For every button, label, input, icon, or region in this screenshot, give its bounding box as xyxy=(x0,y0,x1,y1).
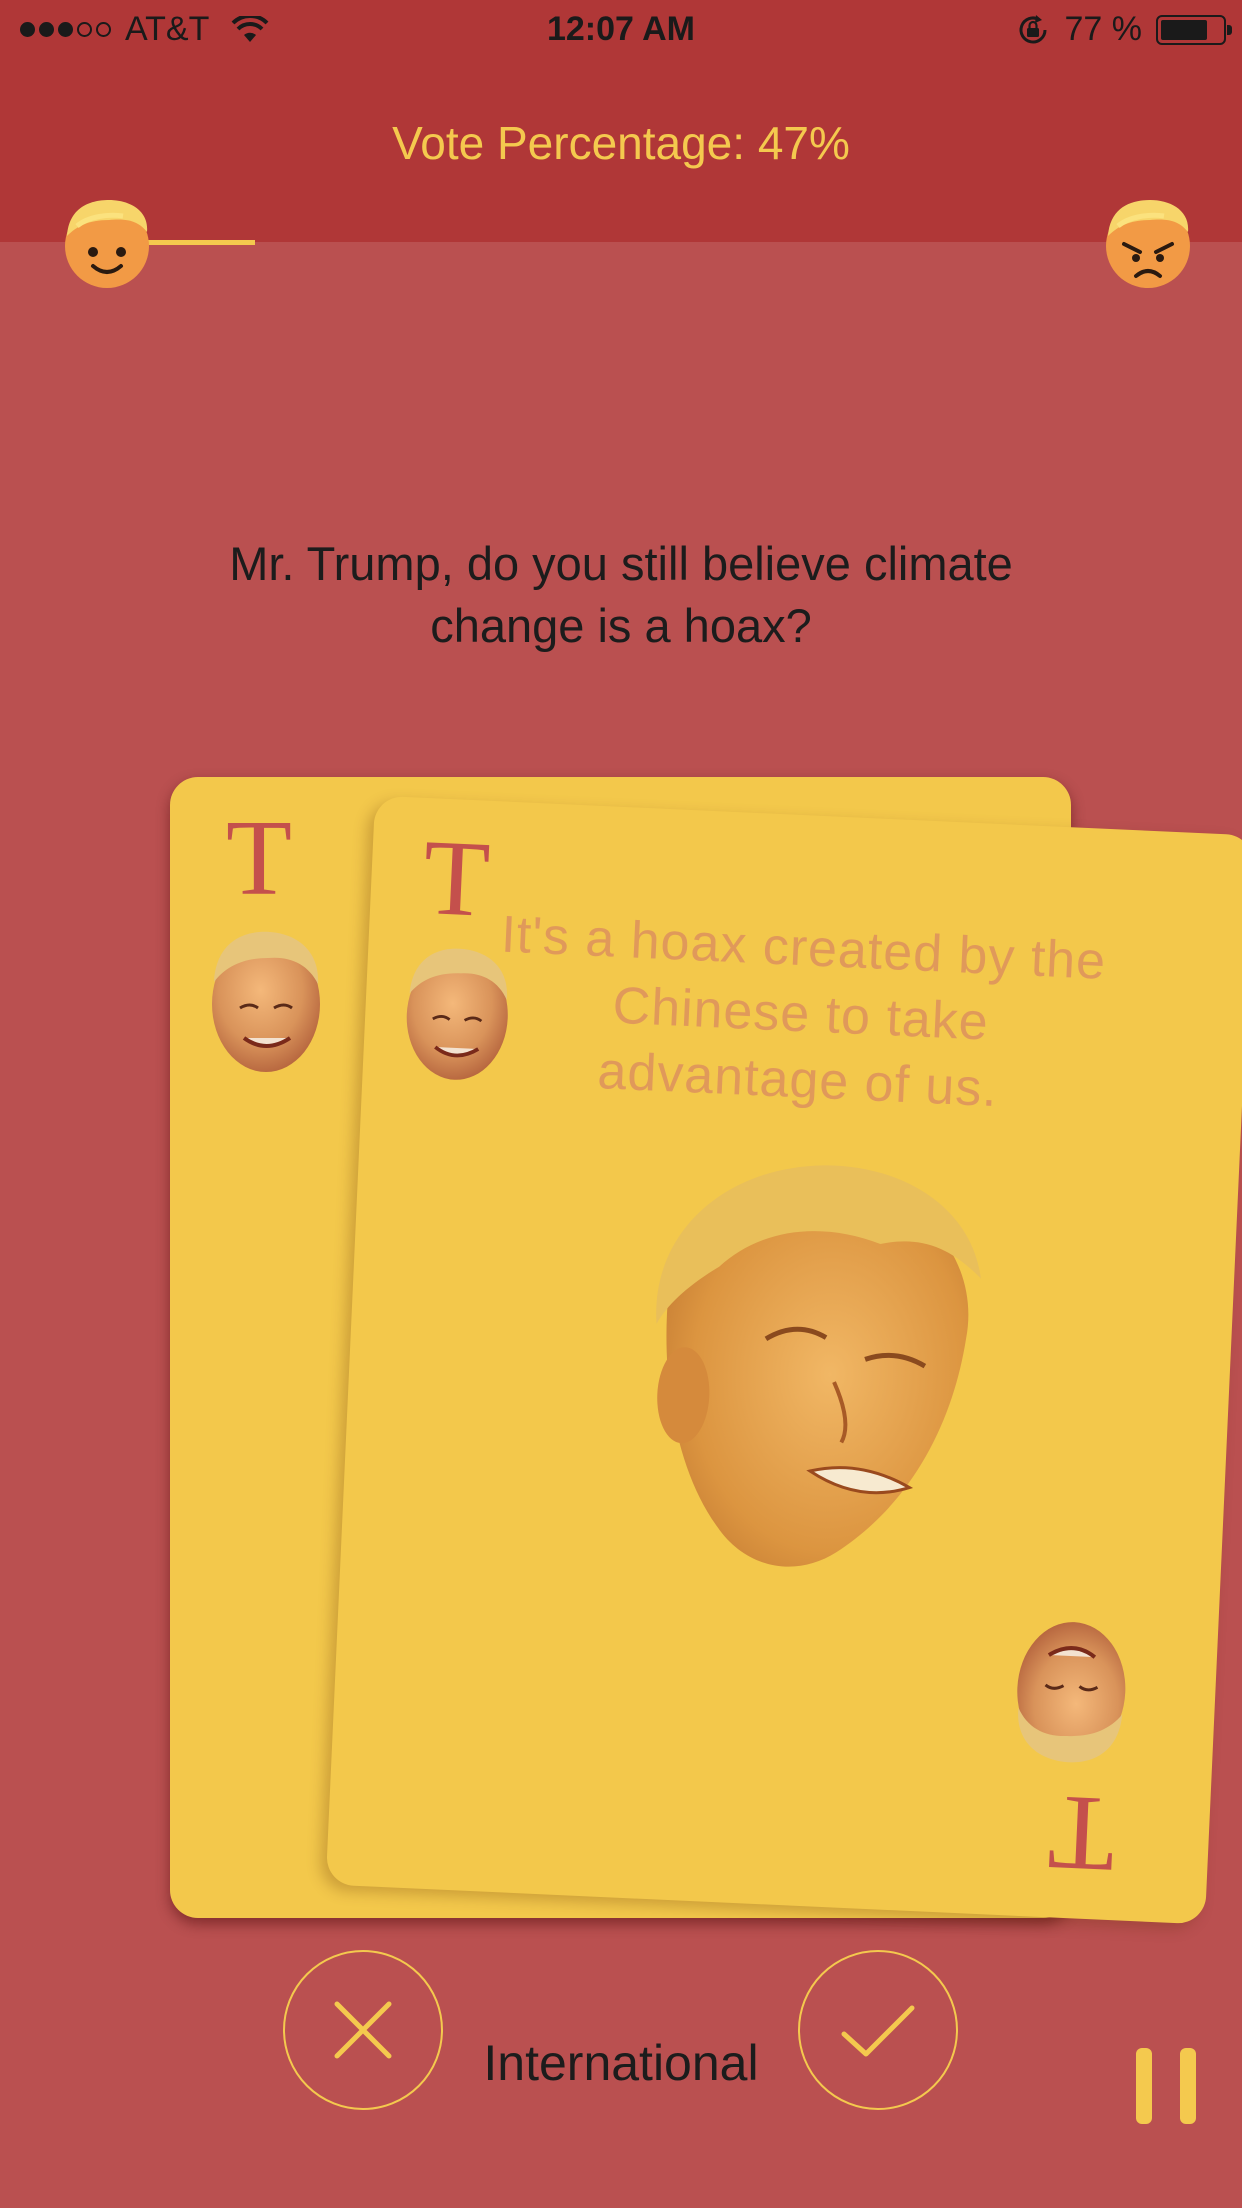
angry-face-icon xyxy=(1106,200,1190,288)
pause-button[interactable] xyxy=(1136,2048,1196,2124)
vote-percentage-title: Vote Percentage: 47% xyxy=(392,117,850,169)
category-label: International xyxy=(483,2035,759,2091)
header-bar: AT&T 12:07 AM 77 % Vote Percentage: 47% xyxy=(0,0,1242,242)
trump-face-icon xyxy=(212,931,320,1072)
battery-percent: 77 % xyxy=(1064,10,1143,48)
battery-tip xyxy=(1227,24,1232,35)
status-right: 77 % xyxy=(1015,10,1232,49)
trump-face-icon xyxy=(1017,1622,1126,1763)
card-corner-letter: T xyxy=(226,799,292,918)
card-corner-letter: T xyxy=(420,817,493,940)
rotation-lock-icon xyxy=(1019,14,1046,43)
battery-icon xyxy=(1156,14,1232,45)
happy-face-icon xyxy=(65,200,149,288)
front-answer-card[interactable]: T It's a hoax created by the Chinese to … xyxy=(325,795,1242,1925)
battery-fill xyxy=(1161,19,1208,40)
status-bar: AT&T 12:07 AM 77 % xyxy=(0,0,1242,60)
pause-icon xyxy=(1136,2048,1152,2124)
trump-grimace-face-icon xyxy=(656,1165,981,1567)
question-text: Mr. Trump, do you still believe climate … xyxy=(229,537,1013,652)
answer-text: It's a hoax created by the Chinese to ta… xyxy=(499,905,1108,1119)
pause-icon xyxy=(1180,2048,1196,2124)
card-corner-letter: T xyxy=(1046,1772,1118,1895)
